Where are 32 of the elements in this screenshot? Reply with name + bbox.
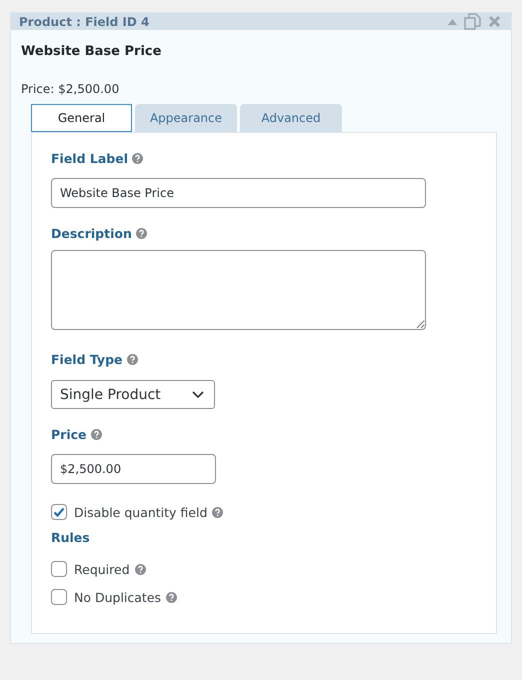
- help-icon[interactable]: [132, 153, 143, 164]
- checkbox[interactable]: [51, 589, 67, 605]
- field-type-dropdown[interactable]: Single Product: [51, 380, 215, 409]
- tab[interactable]: Advanced: [240, 104, 342, 132]
- chevron-icon: [192, 390, 204, 398]
- close-icon[interactable]: [488, 15, 501, 28]
- input-field[interactable]: Website Base Price: [51, 178, 426, 208]
- field-label: Field Type: [51, 352, 123, 367]
- field-label: Description: [51, 226, 132, 241]
- input-field[interactable]: $2,500.00: [51, 454, 216, 484]
- help-icon[interactable]: [126, 354, 138, 365]
- field-label: Field Label: [51, 151, 128, 166]
- help-icon[interactable]: [166, 592, 178, 602]
- help-icon[interactable]: [136, 228, 147, 239]
- duplicate-icon[interactable]: [464, 13, 481, 30]
- collapse-icon[interactable]: [448, 18, 457, 24]
- price-summary: Price: $2,500.00: [21, 82, 120, 96]
- help-icon[interactable]: [212, 506, 224, 518]
- checkbox-label: Required: [74, 562, 130, 576]
- checkbox-label: Disable quantity field: [74, 504, 208, 520]
- checkbox[interactable]: [51, 561, 67, 577]
- checkbox-label: No Duplicates: [74, 590, 162, 604]
- tab[interactable]: Appearance: [135, 104, 237, 132]
- tab[interactable]: General: [31, 104, 132, 132]
- help-icon[interactable]: [134, 564, 146, 574]
- help-icon[interactable]: [90, 429, 102, 440]
- field-label: Price: [51, 427, 86, 442]
- field-name: Website Base Price: [21, 44, 162, 59]
- description-field[interactable]: [51, 250, 426, 330]
- checkbox[interactable]: [51, 504, 67, 520]
- panel-title: Product : Field ID 4: [19, 14, 150, 28]
- section-heading: Rules: [51, 530, 91, 545]
